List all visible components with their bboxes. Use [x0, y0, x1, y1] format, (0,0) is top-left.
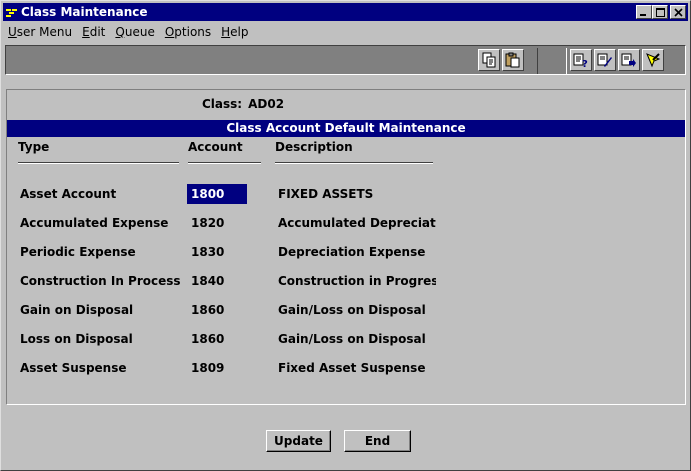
- row-account-field[interactable]: 1800: [187, 184, 247, 204]
- row-type: Gain on Disposal: [20, 303, 134, 317]
- close-icon: [674, 8, 683, 17]
- query-next-button[interactable]: [618, 49, 640, 71]
- column-header-account: Account: [188, 140, 243, 154]
- close-button[interactable]: [670, 5, 686, 19]
- class-maintenance-window: Class Maintenance User Menu Edit Queue Opti…: [0, 0, 691, 471]
- row-type: Asset Account: [20, 187, 117, 201]
- app-icon: [6, 9, 17, 17]
- toolbar: ?: [5, 45, 686, 75]
- class-field: Class: AD02: [202, 97, 284, 111]
- svg-text:?: ?: [582, 59, 588, 68]
- column-header-description: Description: [275, 140, 353, 154]
- maximize-button[interactable]: [652, 5, 668, 19]
- query-icon: ?: [573, 53, 588, 68]
- column-divider: [188, 162, 261, 164]
- query-edit-button[interactable]: [594, 49, 616, 71]
- column-header-type: Type: [18, 140, 50, 154]
- row-type: Construction In Process: [20, 274, 181, 288]
- section-title: Class Account Default Maintenance: [7, 120, 685, 137]
- row-type: Accumulated Expense: [20, 216, 169, 230]
- copy-button[interactable]: [478, 49, 500, 71]
- menu-user-menu[interactable]: User Menu: [3, 23, 77, 41]
- table-row: Gain on Disposal 1860 Gain/Loss on Disposa…: [7, 300, 685, 320]
- row-type: Loss on Disposal: [20, 332, 133, 346]
- row-description: Construction in Progress: [278, 274, 436, 288]
- menu-bar: User Menu Edit Queue Options Help: [3, 23, 254, 41]
- menu-edit[interactable]: Edit: [77, 23, 110, 41]
- table-row: Construction In Process 1840 Construction …: [7, 271, 685, 291]
- exit-button[interactable]: [642, 49, 664, 71]
- menu-help[interactable]: Help: [216, 23, 253, 41]
- class-label: Class:: [202, 97, 243, 111]
- column-divider: [275, 162, 433, 164]
- row-account-field[interactable]: 1830: [187, 242, 247, 262]
- paste-button[interactable]: [502, 49, 524, 71]
- table-row: Accumulated Expense 1820 Accumulated Depre…: [7, 213, 685, 233]
- class-account-panel: Class: AD02 Class Account Default Mainten…: [6, 89, 686, 405]
- row-account-field[interactable]: 1860: [187, 329, 247, 349]
- paste-icon: [505, 52, 520, 68]
- row-type: Periodic Expense: [20, 245, 136, 259]
- class-value: AD02: [248, 97, 285, 111]
- table-row: Asset Account 1800 FIXED ASSETS: [7, 184, 685, 204]
- row-account-field[interactable]: 1860: [187, 300, 247, 320]
- row-description: FIXED ASSETS: [278, 187, 374, 201]
- row-account-field[interactable]: 1820: [187, 213, 247, 233]
- toolbar-separator: [537, 48, 567, 74]
- row-description: Fixed Asset Suspense: [278, 361, 426, 375]
- row-account-field[interactable]: 1809: [187, 358, 247, 378]
- maximize-icon: [656, 8, 665, 17]
- minimize-button[interactable]: [636, 5, 652, 19]
- column-divider: [18, 162, 179, 164]
- table-row: Periodic Expense 1830 Depreciation Expense: [7, 242, 685, 262]
- query-edit-icon: [597, 53, 612, 67]
- end-button[interactable]: End: [344, 430, 411, 452]
- query-next-icon: [621, 53, 636, 67]
- row-description: Accumulated Depreciation: [278, 216, 436, 230]
- row-description: Gain/Loss on Disposal: [278, 303, 426, 317]
- table-row: Loss on Disposal 1860 Gain/Loss on Disposa…: [7, 329, 685, 349]
- exit-icon: [646, 53, 661, 68]
- row-type: Asset Suspense: [20, 361, 127, 375]
- window-title: Class Maintenance: [21, 5, 148, 19]
- row-account-field[interactable]: 1840: [187, 271, 247, 291]
- table-row: Asset Suspense 1809 Fixed Asset Suspense: [7, 358, 685, 378]
- query-button[interactable]: ?: [570, 49, 592, 71]
- update-button[interactable]: Update: [266, 430, 331, 452]
- menu-options[interactable]: Options: [160, 23, 216, 41]
- row-description: Gain/Loss on Disposal: [278, 332, 426, 346]
- title-bar[interactable]: Class Maintenance: [3, 3, 688, 21]
- minimize-icon: [640, 14, 646, 16]
- row-description: Depreciation Expense: [278, 245, 426, 259]
- copy-icon: [482, 52, 496, 68]
- menu-queue[interactable]: Queue: [110, 23, 159, 41]
